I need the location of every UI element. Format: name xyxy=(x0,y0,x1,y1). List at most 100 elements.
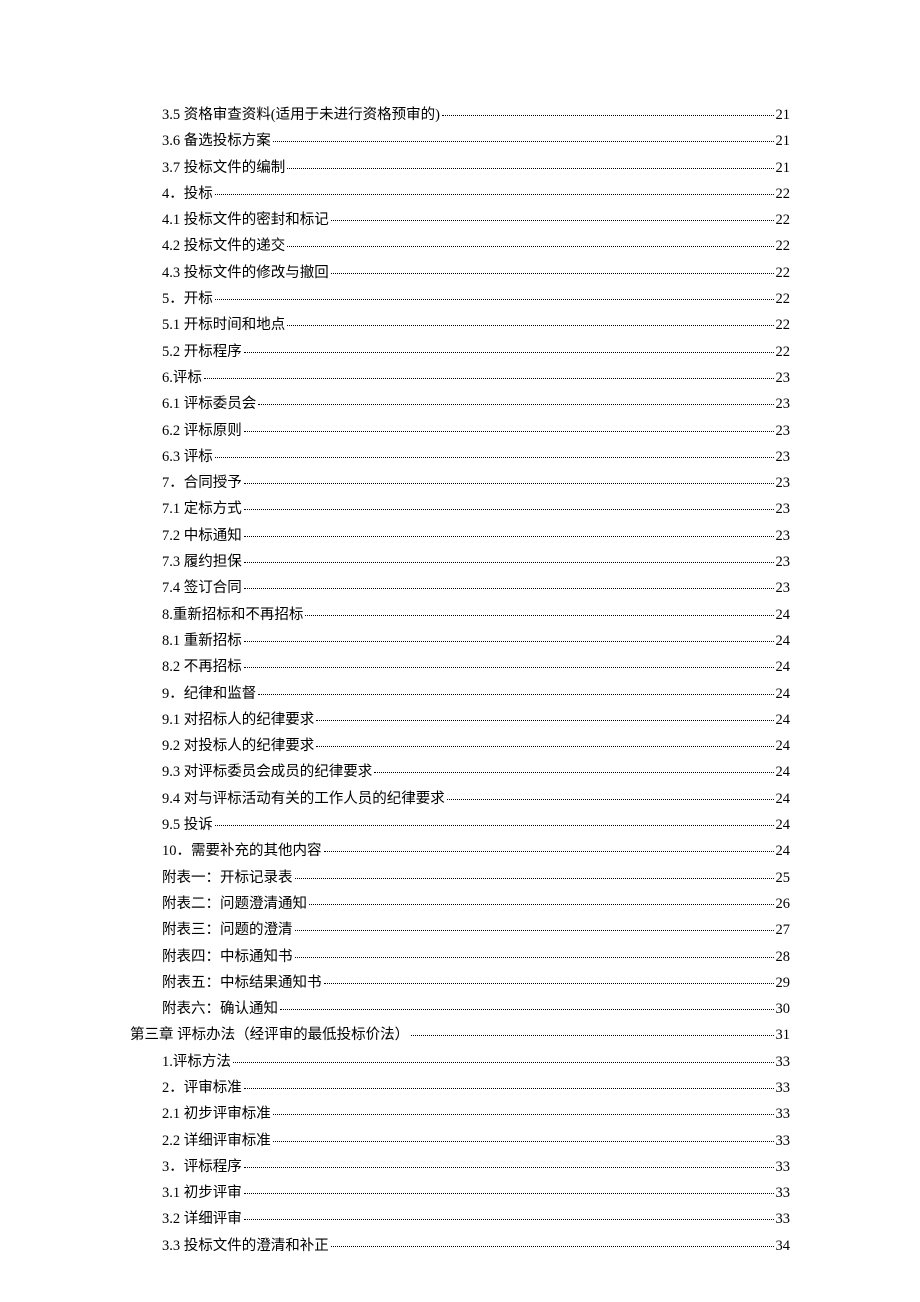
toc-page-number: 30 xyxy=(776,1002,791,1017)
toc-page-number: 23 xyxy=(776,397,791,412)
toc-page-number: 23 xyxy=(776,529,791,544)
toc-label: 6.2 评标原则 xyxy=(162,424,242,439)
toc-entry: 10．需要补充的其他内容24 xyxy=(130,844,790,859)
toc-leader-dots xyxy=(244,352,774,353)
toc-label: 5.2 开标程序 xyxy=(162,345,242,360)
toc-page-number: 24 xyxy=(776,660,791,675)
toc-entry: 3．评标程序 33 xyxy=(130,1160,790,1175)
toc-page-number: 23 xyxy=(776,502,791,517)
toc-label: 7.2 中标通知 xyxy=(162,529,242,544)
toc-leader-dots xyxy=(233,1062,774,1063)
toc-entry: 附表五：中标结果通知书 29 xyxy=(130,976,790,991)
toc-entry: 3.7 投标文件的编制21 xyxy=(130,161,790,176)
toc-label: 8.1 重新招标 xyxy=(162,634,242,649)
toc-leader-dots xyxy=(215,457,774,458)
toc-page-number: 28 xyxy=(776,950,791,965)
toc-page-number: 33 xyxy=(776,1160,791,1175)
toc-entry: 4.2 投标文件的递交22 xyxy=(130,239,790,254)
toc-leader-dots xyxy=(295,878,774,879)
toc-page-number: 22 xyxy=(776,187,791,202)
toc-page-number: 24 xyxy=(776,634,791,649)
toc-leader-dots xyxy=(244,1088,774,1089)
toc-entry: 1.评标方法33 xyxy=(130,1055,790,1070)
toc-leader-dots xyxy=(331,1246,774,1247)
toc-page-number: 25 xyxy=(776,871,791,886)
toc-page-number: 23 xyxy=(776,424,791,439)
toc-entry: 8.重新招标和不再招标24 xyxy=(130,608,790,623)
toc-label: 4.2 投标文件的递交 xyxy=(162,239,285,254)
toc-label: 附表四：中标通知书 xyxy=(162,950,293,965)
toc-page-number: 21 xyxy=(776,108,791,123)
toc-leader-dots xyxy=(215,194,774,195)
toc-leader-dots xyxy=(244,1193,774,1194)
toc-leader-dots xyxy=(316,746,773,747)
toc-entry: 第三章 评标办法（经评审的最低投标价法）31 xyxy=(130,1028,790,1043)
toc-leader-dots xyxy=(280,1009,774,1010)
toc-leader-dots xyxy=(273,1141,774,1142)
toc-entry: 2.2 详细评审标准33 xyxy=(130,1134,790,1149)
toc-label: 4.3 投标文件的修改与撤回 xyxy=(162,266,329,281)
toc-label: 7.3 履约担保 xyxy=(162,555,242,570)
toc-label: 7.1 定标方式 xyxy=(162,502,242,517)
toc-entry: 4.1 投标文件的密封和标记 22 xyxy=(130,213,790,228)
toc-page-number: 24 xyxy=(776,608,791,623)
toc-entry: 3.2 详细评审33 xyxy=(130,1212,790,1227)
toc-label: 3．评标程序 xyxy=(162,1160,242,1175)
toc-page-number: 33 xyxy=(776,1055,791,1070)
toc-page-number: 23 xyxy=(776,581,791,596)
toc-leader-dots xyxy=(244,536,774,537)
toc-page-number: 22 xyxy=(776,318,791,333)
toc-entry: 9．纪律和监督24 xyxy=(130,687,790,702)
toc-page-number: 24 xyxy=(776,844,791,859)
toc-page-number: 22 xyxy=(776,213,791,228)
toc-label: 附表三：问题的澄清 xyxy=(162,923,293,938)
toc-label: 9.4 对与评标活动有关的工作人员的纪律要求 xyxy=(162,792,445,807)
toc-leader-dots xyxy=(244,509,774,510)
toc-page-number: 33 xyxy=(776,1081,791,1096)
toc-leader-dots xyxy=(287,325,773,326)
toc-entry: 9.5 投诉24 xyxy=(130,818,790,833)
toc-leader-dots xyxy=(295,930,774,931)
toc-label: 3.6 备选投标方案 xyxy=(162,134,271,149)
toc-page-number: 33 xyxy=(776,1212,791,1227)
toc-label: 2．评审标准 xyxy=(162,1081,242,1096)
toc-leader-dots xyxy=(215,299,774,300)
toc-label: 4.1 投标文件的密封和标记 xyxy=(162,213,329,228)
toc-entry: 6.评标23 xyxy=(130,371,790,386)
toc-entry: 3.1 初步评审33 xyxy=(130,1186,790,1201)
toc-leader-dots xyxy=(324,983,774,984)
toc-leader-dots xyxy=(244,1167,774,1168)
toc-label: 5.1 开标时间和地点 xyxy=(162,318,285,333)
toc-label: 3.7 投标文件的编制 xyxy=(162,161,285,176)
toc-label: 4．投标 xyxy=(162,187,213,202)
toc-page-number: 31 xyxy=(776,1028,791,1043)
toc-entry: 附表三：问题的澄清27 xyxy=(130,923,790,938)
toc-page-number: 33 xyxy=(776,1107,791,1122)
toc-page-number: 23 xyxy=(776,555,791,570)
toc-entry: 8.1 重新招标 24 xyxy=(130,634,790,649)
toc-label: 附表六：确认通知 xyxy=(162,1002,278,1017)
toc-leader-dots xyxy=(258,404,773,405)
toc-leader-dots xyxy=(305,615,773,616)
toc-entry: 6.3 评标23 xyxy=(130,450,790,465)
toc-label: 9.1 对招标人的纪律要求 xyxy=(162,713,314,728)
toc-label: 3.3 投标文件的澄清和补正 xyxy=(162,1239,329,1254)
toc-leader-dots xyxy=(244,562,774,563)
toc-leader-dots xyxy=(295,957,774,958)
toc-page-number: 29 xyxy=(776,976,791,991)
toc-page-number: 24 xyxy=(776,687,791,702)
toc-leader-dots xyxy=(244,641,774,642)
toc-label: 5．开标 xyxy=(162,292,213,307)
toc-leader-dots xyxy=(331,273,774,274)
toc-label: 附表五：中标结果通知书 xyxy=(162,976,322,991)
toc-leader-dots xyxy=(204,378,774,379)
table-of-contents: 3.5 资格审查资料(适用于未进行资格预审的)213.6 备选投标方案213.7… xyxy=(130,108,790,1253)
toc-leader-dots xyxy=(287,168,773,169)
toc-entry: 3.3 投标文件的澄清和补正34 xyxy=(130,1239,790,1254)
toc-entry: 7.4 签订合同23 xyxy=(130,581,790,596)
toc-label: 3.5 资格审查资料(适用于未进行资格预审的) xyxy=(162,108,440,123)
toc-leader-dots xyxy=(287,246,773,247)
toc-page-number: 23 xyxy=(776,371,791,386)
toc-label: 2.1 初步评审标准 xyxy=(162,1107,271,1122)
toc-entry: 7.1 定标方式 23 xyxy=(130,502,790,517)
